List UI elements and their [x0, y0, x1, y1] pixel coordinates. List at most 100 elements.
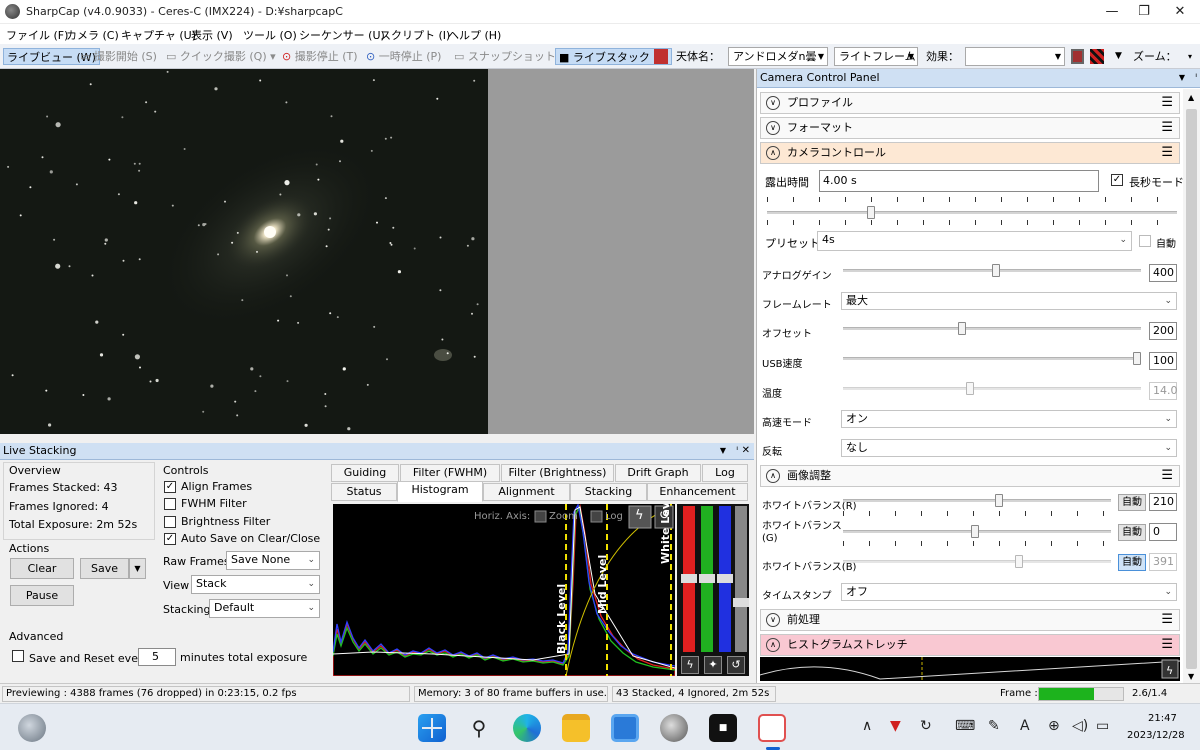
long-exposure-checkbox[interactable]: ✓: [1111, 174, 1123, 186]
luminance-level-bar[interactable]: [735, 506, 747, 652]
usb-speed-slider[interactable]: [843, 352, 1141, 365]
pause-button[interactable]: ⊙ 一時停止 (P): [366, 48, 441, 65]
stacking-select[interactable]: Default ⌄: [209, 599, 320, 618]
menu-icon[interactable]: ☰: [1161, 143, 1173, 163]
scrollbar-thumb[interactable]: [1186, 109, 1197, 669]
tab-drift-graph[interactable]: Drift Graph: [615, 464, 701, 482]
toolbar-overflow-icon[interactable]: ▾: [1188, 48, 1192, 65]
wb-red-input[interactable]: 210: [1149, 493, 1177, 511]
fwhm-filter-checkbox[interactable]: [164, 498, 176, 510]
sharpcap-taskbar-icon[interactable]: [660, 714, 688, 742]
menu-icon[interactable]: ☰: [1161, 610, 1173, 630]
menu-script[interactable]: スクリプト (I): [380, 27, 450, 43]
section-format[interactable]: ∨ フォーマット ☰: [760, 117, 1180, 139]
slider-knob[interactable]: [867, 206, 875, 219]
menu-tools[interactable]: ツール (O): [243, 27, 297, 43]
ime-indicator[interactable]: A: [1020, 718, 1030, 734]
tab-histogram[interactable]: Histogram: [397, 481, 483, 502]
record-icon[interactable]: [654, 49, 668, 64]
panel-scrollbar[interactable]: ▲ ▼: [1183, 89, 1200, 683]
network-icon[interactable]: ⊕: [1048, 718, 1060, 734]
chevron-down-icon[interactable]: ▼: [1179, 69, 1185, 87]
analog-gain-input[interactable]: 400: [1149, 264, 1177, 282]
highlight-icon[interactable]: [1090, 49, 1104, 64]
tab-enhancement[interactable]: Enhancement: [647, 483, 748, 501]
star-icon[interactable]: ✦: [704, 656, 722, 674]
search-icon[interactable]: ⚲: [465, 714, 493, 742]
menu-camera[interactable]: カメラ (C): [66, 27, 119, 43]
save-reset-checkbox[interactable]: [12, 650, 24, 662]
sync-icon[interactable]: ↻: [920, 718, 932, 734]
chevron-up-icon[interactable]: ∧: [862, 718, 872, 734]
pin-icon[interactable]: ᑊ: [1195, 69, 1197, 87]
slider-knob[interactable]: [995, 494, 1003, 507]
target-name-select[interactable]: アンドロメダn曇 ▼: [728, 47, 828, 66]
menu-file[interactable]: ファイル (F): [6, 27, 68, 43]
slider-knob[interactable]: [733, 598, 749, 607]
exposure-input[interactable]: 4.00 s: [819, 170, 1099, 192]
save-button[interactable]: Save: [80, 558, 129, 579]
section-histogram-stretch[interactable]: ∧ ヒストグラムストレッチ ☰: [760, 634, 1180, 656]
app-icon[interactable]: ■: [709, 714, 737, 742]
preset-select[interactable]: 4s ⌄: [817, 231, 1132, 251]
chevron-down-icon[interactable]: ▼: [1115, 48, 1122, 65]
raw-frames-select[interactable]: Save None ⌄: [226, 551, 320, 570]
keyboard-icon[interactable]: ⌨: [955, 718, 975, 734]
section-image-adjust[interactable]: ∧ 画像調整 ☰: [760, 465, 1180, 487]
maximize-button[interactable]: ❐: [1124, 0, 1164, 24]
flip-select[interactable]: なし ⌄: [841, 439, 1177, 457]
auto-stretch-icon[interactable]: ϟ: [681, 656, 699, 674]
section-preprocess[interactable]: ∨ 前処理 ☰: [760, 609, 1180, 631]
frame-rate-select[interactable]: 最大 ⌄: [841, 292, 1177, 310]
antivirus-icon[interactable]: ▼: [890, 718, 901, 734]
clock-date[interactable]: 2023/12/28: [1127, 730, 1185, 741]
align-frames-checkbox[interactable]: ✓: [164, 481, 176, 493]
brightness-filter-checkbox[interactable]: [164, 516, 176, 528]
start-capture-button[interactable]: ▭ 撮影開始 (S): [80, 48, 157, 65]
effect-select[interactable]: ▼: [965, 47, 1065, 66]
slider-knob[interactable]: [699, 574, 715, 583]
menu-sequencer[interactable]: シーケンサー (U): [299, 27, 385, 43]
wb-green-slider[interactable]: [843, 525, 1111, 538]
wb-green-auto-button[interactable]: 自動: [1118, 524, 1146, 541]
auto-save-checkbox[interactable]: ✓: [164, 533, 176, 545]
save-dropdown-button[interactable]: ▼: [129, 558, 146, 579]
preview-image[interactable]: [0, 69, 488, 434]
close-button[interactable]: ✕: [1160, 0, 1200, 24]
quick-capture-button[interactable]: ▭ クイック撮影 (Q) ▾: [166, 48, 276, 65]
folder-icon[interactable]: [562, 714, 590, 742]
reset-icon[interactable]: ↺: [727, 656, 745, 674]
menu-capture[interactable]: キャプチャ (U): [121, 27, 196, 43]
pen-icon[interactable]: ✎: [988, 718, 1000, 734]
wb-red-slider[interactable]: [843, 494, 1111, 507]
tab-filter-fwhm[interactable]: Filter (FWHM): [400, 464, 500, 482]
tab-log[interactable]: Log: [702, 464, 748, 482]
slider-knob[interactable]: [681, 574, 697, 583]
menu-icon[interactable]: ☰: [1161, 466, 1173, 486]
weather-icon[interactable]: [18, 714, 46, 742]
slider-knob[interactable]: [717, 574, 733, 583]
pause-stack-button[interactable]: Pause: [10, 585, 74, 606]
histogram-graph[interactable]: Horiz. Axis: Zoom Log ϟ ↺ Black Level Mi…: [333, 504, 675, 676]
scroll-down-icon[interactable]: ▼: [1188, 672, 1194, 681]
clear-button[interactable]: Clear: [10, 558, 74, 579]
timestamp-select[interactable]: オフ ⌄: [841, 583, 1177, 601]
snipping-icon[interactable]: [758, 714, 786, 742]
frame-type-select[interactable]: ライトフレーム ▼: [834, 47, 918, 66]
preset-auto-checkbox[interactable]: [1139, 235, 1151, 247]
slider-knob[interactable]: [958, 322, 966, 335]
wb-green-input[interactable]: 0: [1149, 523, 1177, 541]
slider-knob[interactable]: [971, 525, 979, 538]
offset-slider[interactable]: [843, 322, 1141, 335]
store-icon[interactable]: [611, 714, 639, 742]
menu-help[interactable]: ヘルプ (H): [448, 27, 501, 43]
tab-stacking[interactable]: Stacking: [570, 483, 647, 501]
pin-icon[interactable]: ᑊ: [736, 443, 738, 459]
log-option-label[interactable]: Log: [605, 511, 623, 522]
auto-stretch-icon[interactable]: ϟ: [635, 508, 644, 523]
tab-filter-brightness[interactable]: Filter (Brightness): [501, 464, 614, 482]
volume-icon[interactable]: ◁): [1072, 718, 1088, 734]
clock-time[interactable]: 21:47: [1148, 713, 1177, 724]
wb-blue-auto-button[interactable]: 自動: [1118, 554, 1146, 571]
color-icon[interactable]: [1071, 49, 1084, 64]
